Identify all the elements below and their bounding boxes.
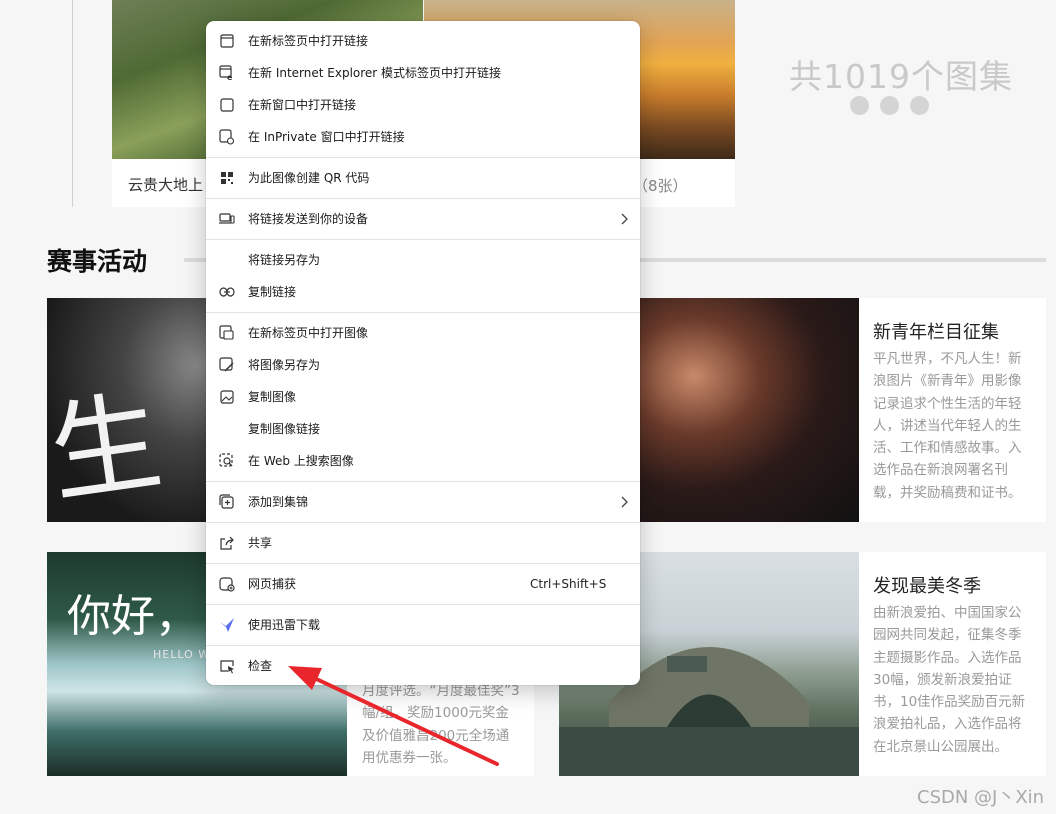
inspect-icon	[219, 658, 235, 674]
menu-separator	[206, 522, 640, 523]
gallery-caption-left[interactable]: 云贵大地上	[128, 175, 203, 195]
menu-separator	[206, 198, 640, 199]
menu-label: 复制图像链接	[248, 422, 321, 436]
menu-search-image-web[interactable]: 在 Web 上搜索图像	[206, 445, 640, 477]
menu-open-link-new-window[interactable]: 在新窗口中打开链接	[206, 89, 640, 121]
visual-search-icon	[219, 453, 235, 469]
menu-label: 网页捕获	[248, 577, 297, 591]
menu-separator	[206, 239, 640, 240]
chevron-right-icon	[616, 494, 632, 510]
menu-label: 共享	[248, 536, 273, 550]
menu-separator	[206, 157, 640, 158]
menu-add-to-collections[interactable]: 添加到集锦	[206, 486, 640, 518]
menu-label: 在新窗口中打开链接	[248, 98, 357, 112]
collections-icon	[219, 494, 235, 510]
menu-label: 在新标签页中打开链接	[248, 34, 369, 48]
menu-open-link-inprivate[interactable]: 在 InPrivate 窗口中打开链接	[206, 121, 640, 153]
menu-label: 使用迅雷下载	[248, 618, 321, 632]
menu-label: 复制链接	[248, 285, 297, 299]
section-title: 赛事活动	[47, 247, 148, 276]
menu-inspect[interactable]: 检查	[206, 650, 640, 682]
pager-dot-2[interactable]	[880, 96, 899, 115]
new-window-icon	[219, 97, 235, 113]
menu-separator	[206, 563, 640, 564]
menu-copy-image-link[interactable]: 复制图像链接	[206, 413, 640, 445]
menu-copy-link[interactable]: 复制链接	[206, 276, 640, 308]
menu-label: 检查	[248, 659, 273, 673]
card-desc-new-youth: 平凡世界，不凡人生！新浪图片《新青年》用影像记录追求个性生活的年轻人，讲述当代年…	[873, 351, 1022, 501]
menu-share[interactable]: 共享	[206, 527, 640, 559]
send-to-device-icon	[219, 211, 235, 227]
menu-label: 复制图像	[248, 390, 297, 404]
menu-save-link-as[interactable]: 将链接另存为	[206, 244, 640, 276]
menu-separator	[206, 604, 640, 605]
save-image-icon	[219, 357, 235, 373]
calligraphy-text: 生	[42, 376, 169, 519]
menu-send-to-device[interactable]: 将链接发送到你的设备	[206, 203, 640, 235]
menu-open-image-new-tab[interactable]: 在新标签页中打开图像	[206, 317, 640, 349]
svg-text:e: e	[227, 73, 233, 81]
menu-shortcut: Ctrl+Shift+S	[530, 577, 607, 591]
menu-label: 将链接发送到你的设备	[248, 212, 369, 226]
menu-open-link-ie-mode[interactable]: e 在新 Internet Explorer 模式标签页中打开链接	[206, 57, 640, 89]
pager-dot-3[interactable]	[910, 96, 929, 115]
context-menu: 在新标签页中打开链接 e 在新 Internet Explorer 模式标签页中…	[206, 21, 640, 685]
inprivate-icon	[219, 129, 235, 145]
share-icon	[219, 535, 235, 551]
menu-web-capture[interactable]: 网页捕获 Ctrl+Shift+S	[206, 568, 640, 600]
card-title-new-youth[interactable]: 新青年栏目征集	[873, 318, 999, 344]
menu-label: 在新标签页中打开图像	[248, 326, 369, 340]
ie-mode-icon: e	[219, 65, 235, 81]
card-title-winter[interactable]: 发现最美冬季	[873, 572, 981, 598]
menu-copy-image[interactable]: 复制图像	[206, 381, 640, 413]
menu-label: 在新 Internet Explorer 模式标签页中打开链接	[248, 66, 502, 80]
chevron-right-icon	[616, 211, 632, 227]
timeline-line	[72, 0, 73, 207]
hello-calligraphy: 你好，	[67, 591, 199, 642]
menu-save-image-as[interactable]: 将图像另存为	[206, 349, 640, 381]
open-image-icon	[219, 325, 235, 341]
menu-label: 将链接另存为	[248, 253, 321, 267]
menu-label: 为此图像创建 QR 代码	[248, 171, 370, 185]
menu-open-link-new-tab[interactable]: 在新标签页中打开链接	[206, 25, 640, 57]
menu-create-qr-code[interactable]: 为此图像创建 QR 代码	[206, 162, 640, 194]
pager-dot-1[interactable]	[850, 96, 869, 115]
menu-thunder-download[interactable]: 使用迅雷下载	[206, 609, 640, 641]
thunder-download-icon	[219, 617, 235, 633]
album-total: 共1019个图集	[789, 57, 1013, 96]
menu-separator	[206, 312, 640, 313]
menu-separator	[206, 481, 640, 482]
csdn-watermark: CSDN @J丶Xin	[917, 787, 1045, 808]
new-tab-icon	[219, 33, 235, 49]
menu-label: 在 Web 上搜索图像	[248, 454, 354, 468]
web-capture-icon	[219, 576, 235, 592]
card-desc-winter: 由新浪爱拍、中国国家公园网共同发起，征集冬季主题摄影作品。入选作品30幅，颁发新…	[873, 605, 1026, 755]
menu-label: 添加到集锦	[248, 495, 309, 509]
menu-separator	[206, 645, 640, 646]
link-icon	[219, 284, 235, 300]
copy-image-icon	[219, 389, 235, 405]
hello-subtitle: HELLO W	[153, 648, 211, 661]
qr-code-icon	[219, 170, 235, 186]
card-desc-monthly: 月度评选。“月度最佳奖”3幅/组，奖励1000元奖金及价值雅昌200元全场通用优…	[362, 683, 520, 766]
menu-label: 在 InPrivate 窗口中打开链接	[248, 130, 405, 144]
menu-label: 将图像另存为	[248, 358, 321, 372]
